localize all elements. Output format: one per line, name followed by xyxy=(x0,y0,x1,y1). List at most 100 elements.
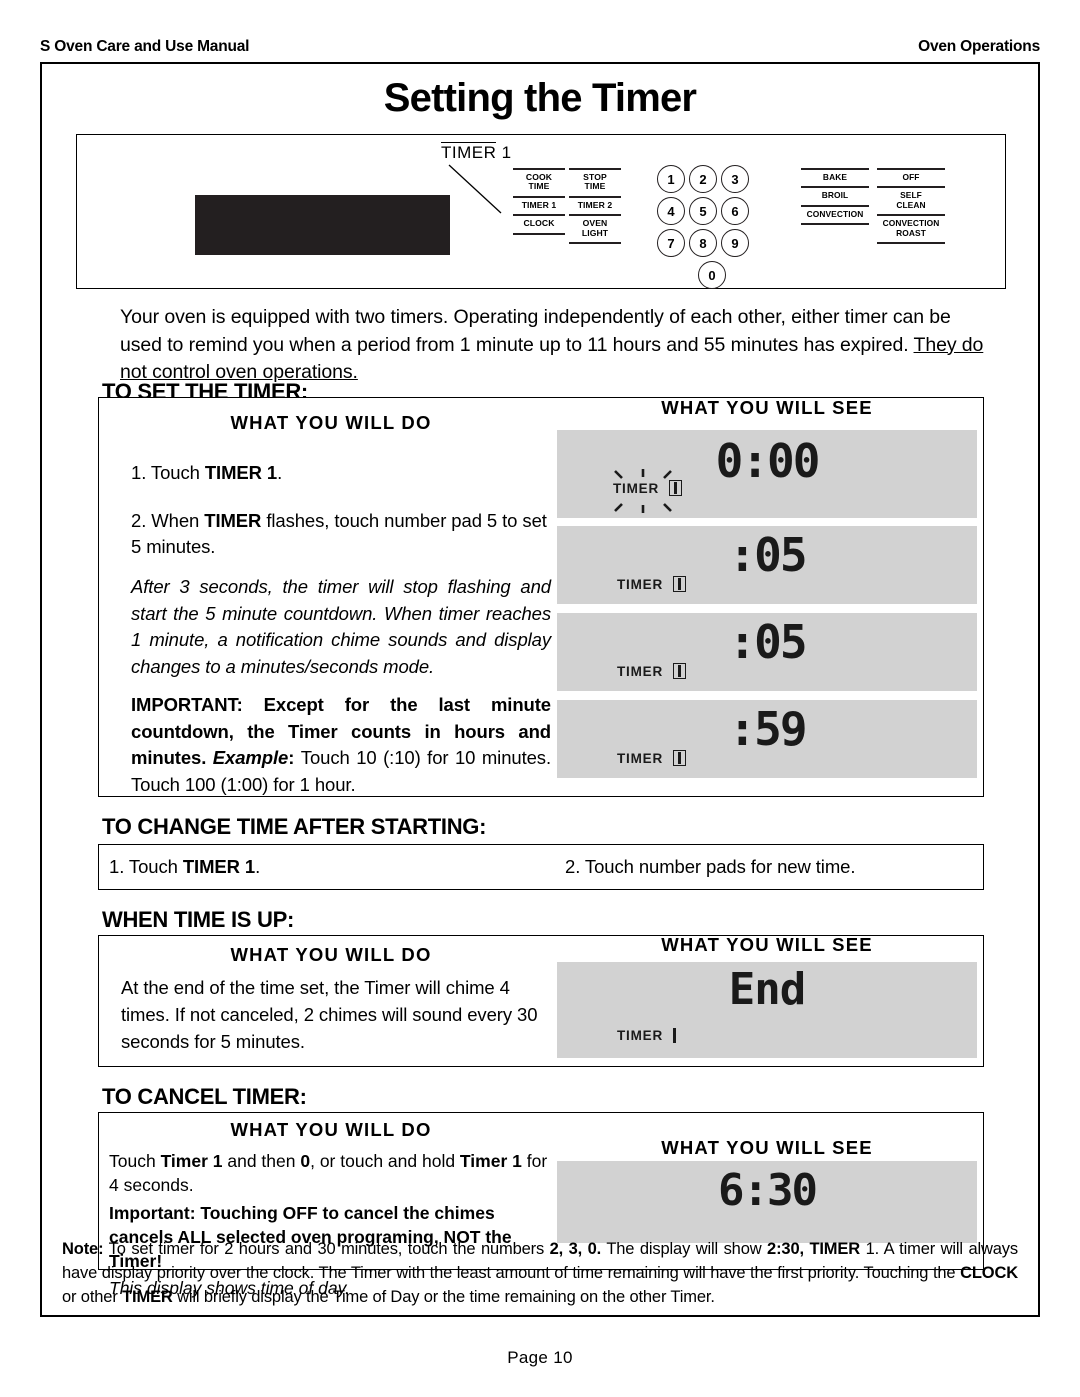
timer-1-bar-icon-end xyxy=(673,1028,676,1043)
keypad-key-2[interactable]: 2 xyxy=(689,165,717,193)
keypad-row-2: 4 5 6 xyxy=(657,197,767,225)
panel-button-column-4: OFF SELF CLEAN CONVECTION ROAST xyxy=(877,168,945,245)
to-set-step-2-bold: TIMER xyxy=(204,510,262,531)
running-head-right: Oven Operations xyxy=(918,38,1040,55)
keypad-key-4[interactable]: 4 xyxy=(657,197,685,225)
note-t4: or other xyxy=(62,1288,123,1306)
timer-1-segment-icon-0 xyxy=(669,480,682,496)
keypad-key-5[interactable]: 5 xyxy=(689,197,717,225)
when-up-will-do-header: WHAT YOU WILL DO xyxy=(230,944,432,965)
to-set-italic-note: After 3 seconds, the timer will stop fla… xyxy=(131,576,551,677)
keypad-key-7[interactable]: 7 xyxy=(657,229,685,257)
timer-1-segment-icon-2 xyxy=(673,663,686,679)
display-timer-label-end: TIMER xyxy=(617,1028,663,1043)
note-b1: 2, 3, 0. xyxy=(549,1240,602,1258)
to-change-step-1: 1. Touch TIMER 1. xyxy=(109,856,260,878)
oven-display-lcd xyxy=(195,195,450,255)
panel-button-self-clean[interactable]: SELF CLEAN xyxy=(877,186,945,214)
running-head-left: S Oven Care and Use Manual xyxy=(40,38,250,55)
cancel-line1-f: Timer 1 xyxy=(459,1151,522,1171)
display-strip-end: End TIMER xyxy=(557,962,977,1058)
heading-when-time-is-up: WHEN TIME IS UP: xyxy=(102,907,294,932)
to-set-step-2: 2. When TIMER flashes, touch number pad … xyxy=(131,508,551,560)
running-head: S Oven Care and Use Manual Oven Operatio… xyxy=(40,38,1040,56)
keypad-key-6[interactable]: 6 xyxy=(721,197,749,225)
display-timer-label-2: TIMER xyxy=(617,663,663,679)
display-value-3: :59 xyxy=(728,702,807,756)
to-change-step-1-pre: 1. Touch xyxy=(109,856,183,877)
panel-button-off[interactable]: OFF xyxy=(877,168,945,186)
display-timer-label-1: TIMER xyxy=(617,576,663,592)
to-set-important-colon: : xyxy=(288,747,301,768)
panel-button-convection[interactable]: CONVECTION xyxy=(801,204,869,226)
control-panel-diagram: TIMER 1 COOK TIME TIMER 1 CLOCK STOP TIME … xyxy=(76,134,1006,289)
when-up-italic-note: At the end of the time set, the Timer wi… xyxy=(121,977,538,1052)
display-timer-indicator-1: TIMER xyxy=(617,576,686,592)
to-set-step-1-pre: 1. Touch xyxy=(131,462,205,483)
cancel-line1-c: and then xyxy=(222,1151,301,1171)
panel-button-timer-1[interactable]: TIMER 1 xyxy=(513,195,565,214)
display-value-1: :05 xyxy=(728,528,807,582)
keypad-row-1: 1 2 3 xyxy=(657,165,767,193)
panel-button-oven-light[interactable]: OVEN LIGHT xyxy=(569,214,621,245)
to-set-will-do-header: WHAT YOU WILL DO xyxy=(230,412,432,433)
to-set-step-1-post: . xyxy=(277,462,283,483)
keypad-row-3: 7 8 9 xyxy=(657,229,767,257)
cancel-line1-d: 0 xyxy=(300,1151,311,1171)
panel-button-stop-time[interactable]: STOP TIME xyxy=(569,168,621,196)
intro-paragraph: Your oven is equipped with two timers. O… xyxy=(120,304,990,387)
callout-label: TIMER xyxy=(441,143,497,162)
keypad-key-8[interactable]: 8 xyxy=(689,229,717,257)
panel-button-timer-2[interactable]: TIMER 2 xyxy=(569,195,621,214)
display-strip-0: 0:00 TIMER xyxy=(557,430,977,518)
display-strip-2: :05 TIMER xyxy=(557,613,977,691)
to-set-will-see-header: WHAT YOU WILL SEE xyxy=(661,397,873,418)
display-timer-indicator-2: TIMER xyxy=(617,663,686,679)
keypad-key-1[interactable]: 1 xyxy=(657,165,685,193)
display-timer-indicator-end: TIMER xyxy=(617,1028,676,1043)
display-value-2: :05 xyxy=(728,615,807,669)
keypad-row-4: 0 xyxy=(657,261,767,289)
callout-number: 1 xyxy=(501,143,512,162)
note-label: Note: xyxy=(62,1240,104,1258)
page-frame: Setting the Timer TIMER 1 COOK TIME TIMER… xyxy=(40,62,1040,1317)
to-set-the-timer-box: WHAT YOU WILL DO WHAT YOU WILL SEE 1. To… xyxy=(98,397,984,797)
intro-line-1: Your oven is equipped with two timers. O… xyxy=(120,306,888,328)
panel-button-convection-roast[interactable]: CONVECTION ROAST xyxy=(877,214,945,245)
panel-button-column-1: COOK TIME TIMER 1 CLOCK xyxy=(513,168,565,235)
note-b4: TIMER xyxy=(122,1288,173,1306)
heading-to-change-time: TO CHANGE TIME AFTER STARTING: xyxy=(102,814,487,839)
display-strip-1: :05 TIMER xyxy=(557,526,977,604)
timer-1-segment-icon-1 xyxy=(673,576,686,592)
keypad-key-0[interactable]: 0 xyxy=(698,261,726,289)
panel-button-bake[interactable]: BAKE xyxy=(801,168,869,186)
to-set-important-example: Example xyxy=(212,747,289,768)
display-timer-indicator-0: TIMER xyxy=(613,468,682,513)
to-set-step-2-pre: 2. When xyxy=(131,510,205,531)
to-change-step-1-bold: TIMER 1 xyxy=(182,856,256,877)
manual-page: S Oven Care and Use Manual Oven Operatio… xyxy=(0,0,1080,1397)
intro-line-3-plain: expired. xyxy=(839,333,914,356)
panel-button-column-3: BAKE BROIL CONVECTION xyxy=(801,168,869,226)
keypad-key-3[interactable]: 3 xyxy=(721,165,749,193)
panel-button-cook-time[interactable]: COOK TIME xyxy=(513,168,565,196)
page-title: Setting the Timer xyxy=(383,76,697,120)
when-up-will-see-header: WHAT YOU WILL SEE xyxy=(661,934,873,955)
keypad-key-9[interactable]: 9 xyxy=(721,229,749,257)
note-b3: CLOCK xyxy=(960,1264,1018,1282)
display-strip-3: :59 TIMER xyxy=(557,700,977,778)
cancel-will-see-header: WHAT YOU WILL SEE xyxy=(661,1137,873,1158)
panel-button-broil[interactable]: BROIL xyxy=(801,186,869,204)
number-keypad: 1 2 3 4 5 6 7 8 9 0 xyxy=(657,165,767,293)
heading-to-cancel-timer: TO CANCEL TIMER: xyxy=(102,1084,307,1109)
to-set-important-note: IMPORTANT: Except for the last minute co… xyxy=(131,692,551,798)
panel-button-clock[interactable]: CLOCK xyxy=(513,214,565,235)
to-change-time-box: 1. Touch TIMER 1. 2. Touch number pads f… xyxy=(98,844,984,890)
cancel-line1-b: Timer 1 xyxy=(160,1151,223,1171)
timer-1-callout: TIMER 1 xyxy=(441,142,512,163)
note-t2: The display will show xyxy=(601,1240,768,1258)
page-footer: Page 10 xyxy=(507,1348,573,1367)
bottom-note: Note: To set timer for 2 hours and 30 mi… xyxy=(62,1237,1018,1309)
note-t1: To set timer for 2 hours and 30 minutes,… xyxy=(103,1240,550,1258)
display-timer-label-3: TIMER xyxy=(617,750,663,766)
